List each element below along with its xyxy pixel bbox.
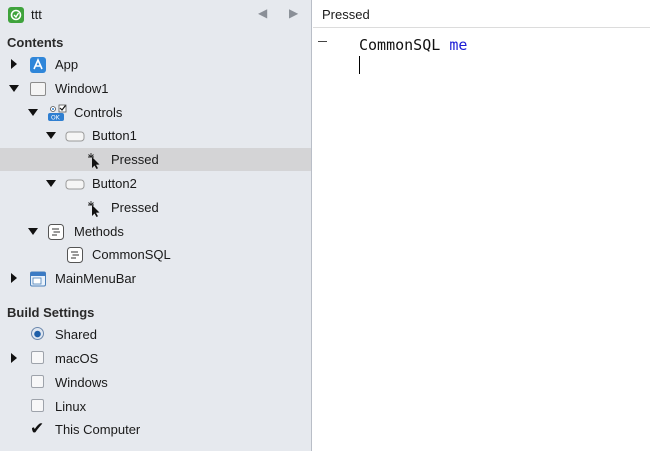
contents-heading: Contents: [7, 35, 64, 50]
tree-item-mainmenubar[interactable]: MainMenuBar: [0, 267, 311, 290]
app-icon: [29, 56, 47, 74]
project-title: ttt: [31, 7, 42, 22]
tree-item-button1-pressed[interactable]: Pressed: [0, 148, 311, 171]
svg-text:OK: OK: [51, 115, 61, 122]
build-item-windows[interactable]: Windows: [0, 371, 311, 394]
checkmark-icon[interactable]: ✔: [30, 419, 44, 439]
method-icon: [66, 246, 84, 264]
tree-item-window1[interactable]: Window1: [0, 77, 311, 100]
tree-item-methods[interactable]: Methods: [0, 220, 311, 243]
text-caret: [359, 56, 360, 74]
build-item-label: Shared: [55, 327, 97, 342]
build-item-label: Linux: [55, 399, 87, 414]
tree-item-label: Methods: [74, 224, 124, 239]
forward-arrow-icon[interactable]: ▶: [289, 6, 298, 20]
disclosure-collapsed-icon[interactable]: [8, 272, 20, 284]
code-line[interactable]: CommonSQL me: [359, 36, 467, 54]
tree-item-label: Window1: [55, 81, 109, 96]
button-icon: [65, 127, 85, 145]
shared-radio[interactable]: [31, 327, 44, 340]
tree-item-button2[interactable]: Button2: [0, 172, 311, 195]
ide-window: ttt ◀ ▶ Contents App Window1 OK Controls…: [0, 0, 650, 451]
build-item-shared[interactable]: Shared: [0, 323, 311, 346]
build-settings-heading: Build Settings: [7, 305, 95, 320]
tree-item-label: MainMenuBar: [55, 271, 136, 286]
code-keyword: me: [449, 36, 468, 54]
build-item-this-computer[interactable]: ✔ This Computer: [0, 418, 311, 441]
button-icon: [65, 175, 85, 193]
project-icon: [8, 7, 24, 23]
back-arrow-icon[interactable]: ◀: [258, 6, 267, 20]
window-icon: [29, 80, 47, 98]
navigator-header: ttt ◀ ▶: [0, 0, 311, 30]
build-item-linux[interactable]: Linux: [0, 395, 311, 418]
disclosure-expanded-icon[interactable]: [45, 129, 57, 141]
editor-title: Pressed: [322, 7, 370, 22]
fold-marker-icon[interactable]: [318, 41, 327, 42]
tree-item-button2-pressed[interactable]: Pressed: [0, 196, 311, 219]
tree-item-button1[interactable]: Button1: [0, 124, 311, 147]
code-editor[interactable]: CommonSQL me: [313, 28, 650, 451]
tree-item-app[interactable]: App: [0, 53, 311, 76]
linux-checkbox[interactable]: [31, 399, 44, 412]
controls-icon: OK: [47, 104, 67, 122]
build-item-label: This Computer: [55, 422, 141, 437]
tree-item-controls[interactable]: OK Controls: [0, 101, 311, 124]
tree-item-label: Button2: [92, 176, 137, 191]
navigator-panel: ttt ◀ ▶ Contents App Window1 OK Controls…: [0, 0, 312, 451]
disclosure-expanded-icon[interactable]: [27, 225, 39, 237]
build-item-macos[interactable]: macOS: [0, 347, 311, 370]
methods-icon: [47, 223, 65, 241]
disclosure-expanded-icon[interactable]: [8, 82, 20, 94]
disclosure-expanded-icon[interactable]: [45, 177, 57, 189]
disclosure-expanded-icon[interactable]: [27, 106, 39, 118]
tree-item-label: Controls: [74, 105, 123, 120]
tree-item-label: Button1: [92, 128, 137, 143]
code-identifier: CommonSQL: [359, 36, 441, 54]
disclosure-collapsed-icon[interactable]: [8, 352, 20, 364]
disclosure-collapsed-icon[interactable]: [8, 58, 20, 70]
windows-checkbox[interactable]: [31, 375, 44, 388]
tree-item-label: App: [55, 57, 79, 72]
tree-item-label: Pressed: [111, 152, 159, 167]
tree-item-label: CommonSQL: [92, 247, 171, 262]
menubar-icon: [29, 270, 47, 288]
build-item-label: Windows: [55, 375, 108, 390]
tree-item-label: Pressed: [111, 200, 159, 215]
editor-header: Pressed: [313, 0, 650, 28]
macos-checkbox[interactable]: [31, 351, 44, 364]
build-item-label: macOS: [55, 351, 99, 366]
tree-item-commonsql[interactable]: CommonSQL: [0, 243, 311, 266]
event-cursor-icon: [86, 151, 104, 169]
event-cursor-icon: [86, 199, 104, 217]
